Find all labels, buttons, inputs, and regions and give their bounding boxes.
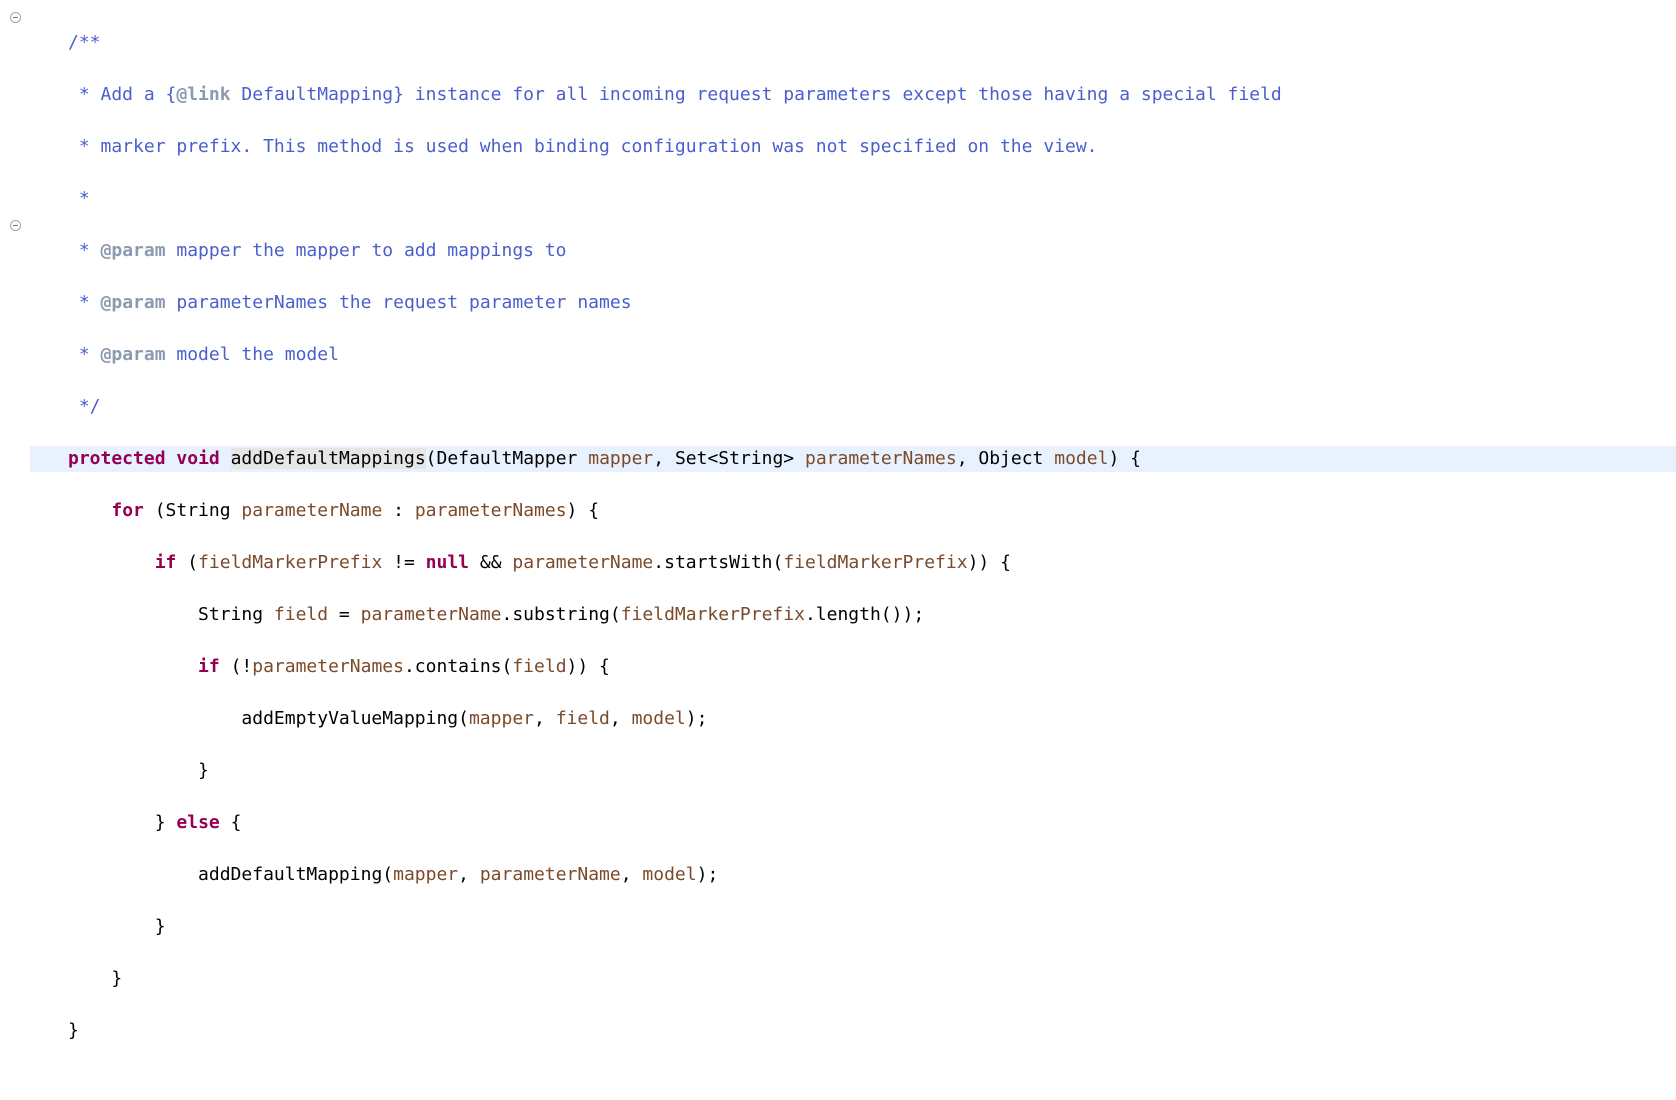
collapse-icon [10,220,21,231]
code-line[interactable]: if (fieldMarkerPrefix != null && paramet… [30,550,1676,576]
fold-toggle-method[interactable] [0,212,30,238]
code-line[interactable]: addDefaultMapping(mapper, parameterName,… [30,862,1676,888]
fold-toggle-javadoc[interactable] [0,4,30,30]
code-line[interactable]: * Add a {@link DefaultMapping} instance … [30,82,1676,108]
code-line[interactable]: */ [30,394,1676,420]
code-line[interactable]: String field = parameterName.substring(f… [30,602,1676,628]
code-line[interactable]: } [30,914,1676,940]
code-line[interactable]: } else { [30,810,1676,836]
code-area[interactable]: /** * Add a {@link DefaultMapping} insta… [30,0,1676,1100]
code-line[interactable]: for (String parameterName : parameterNam… [30,498,1676,524]
gutter [0,0,30,1100]
collapse-icon [10,12,21,23]
code-line[interactable]: * [30,186,1676,212]
code-line-current[interactable]: protected void addDefaultMappings(Defaul… [30,446,1676,472]
code-line[interactable]: } [30,758,1676,784]
code-line[interactable]: * marker prefix. This method is used whe… [30,134,1676,160]
code-line[interactable]: * @param mapper the mapper to add mappin… [30,238,1676,264]
selection: addDefaultMappings [231,448,426,469]
code-line[interactable]: addEmptyValueMapping(mapper, field, mode… [30,706,1676,732]
code-line[interactable]: * @param parameterNames the request para… [30,290,1676,316]
code-line[interactable]: if (!parameterNames.contains(field)) { [30,654,1676,680]
code-line[interactable]: } [30,1018,1676,1044]
code-editor[interactable]: /** * Add a {@link DefaultMapping} insta… [0,0,1676,1100]
code-line[interactable]: /** [30,30,1676,56]
code-line[interactable]: } [30,966,1676,992]
code-line[interactable]: * @param model the model [30,342,1676,368]
